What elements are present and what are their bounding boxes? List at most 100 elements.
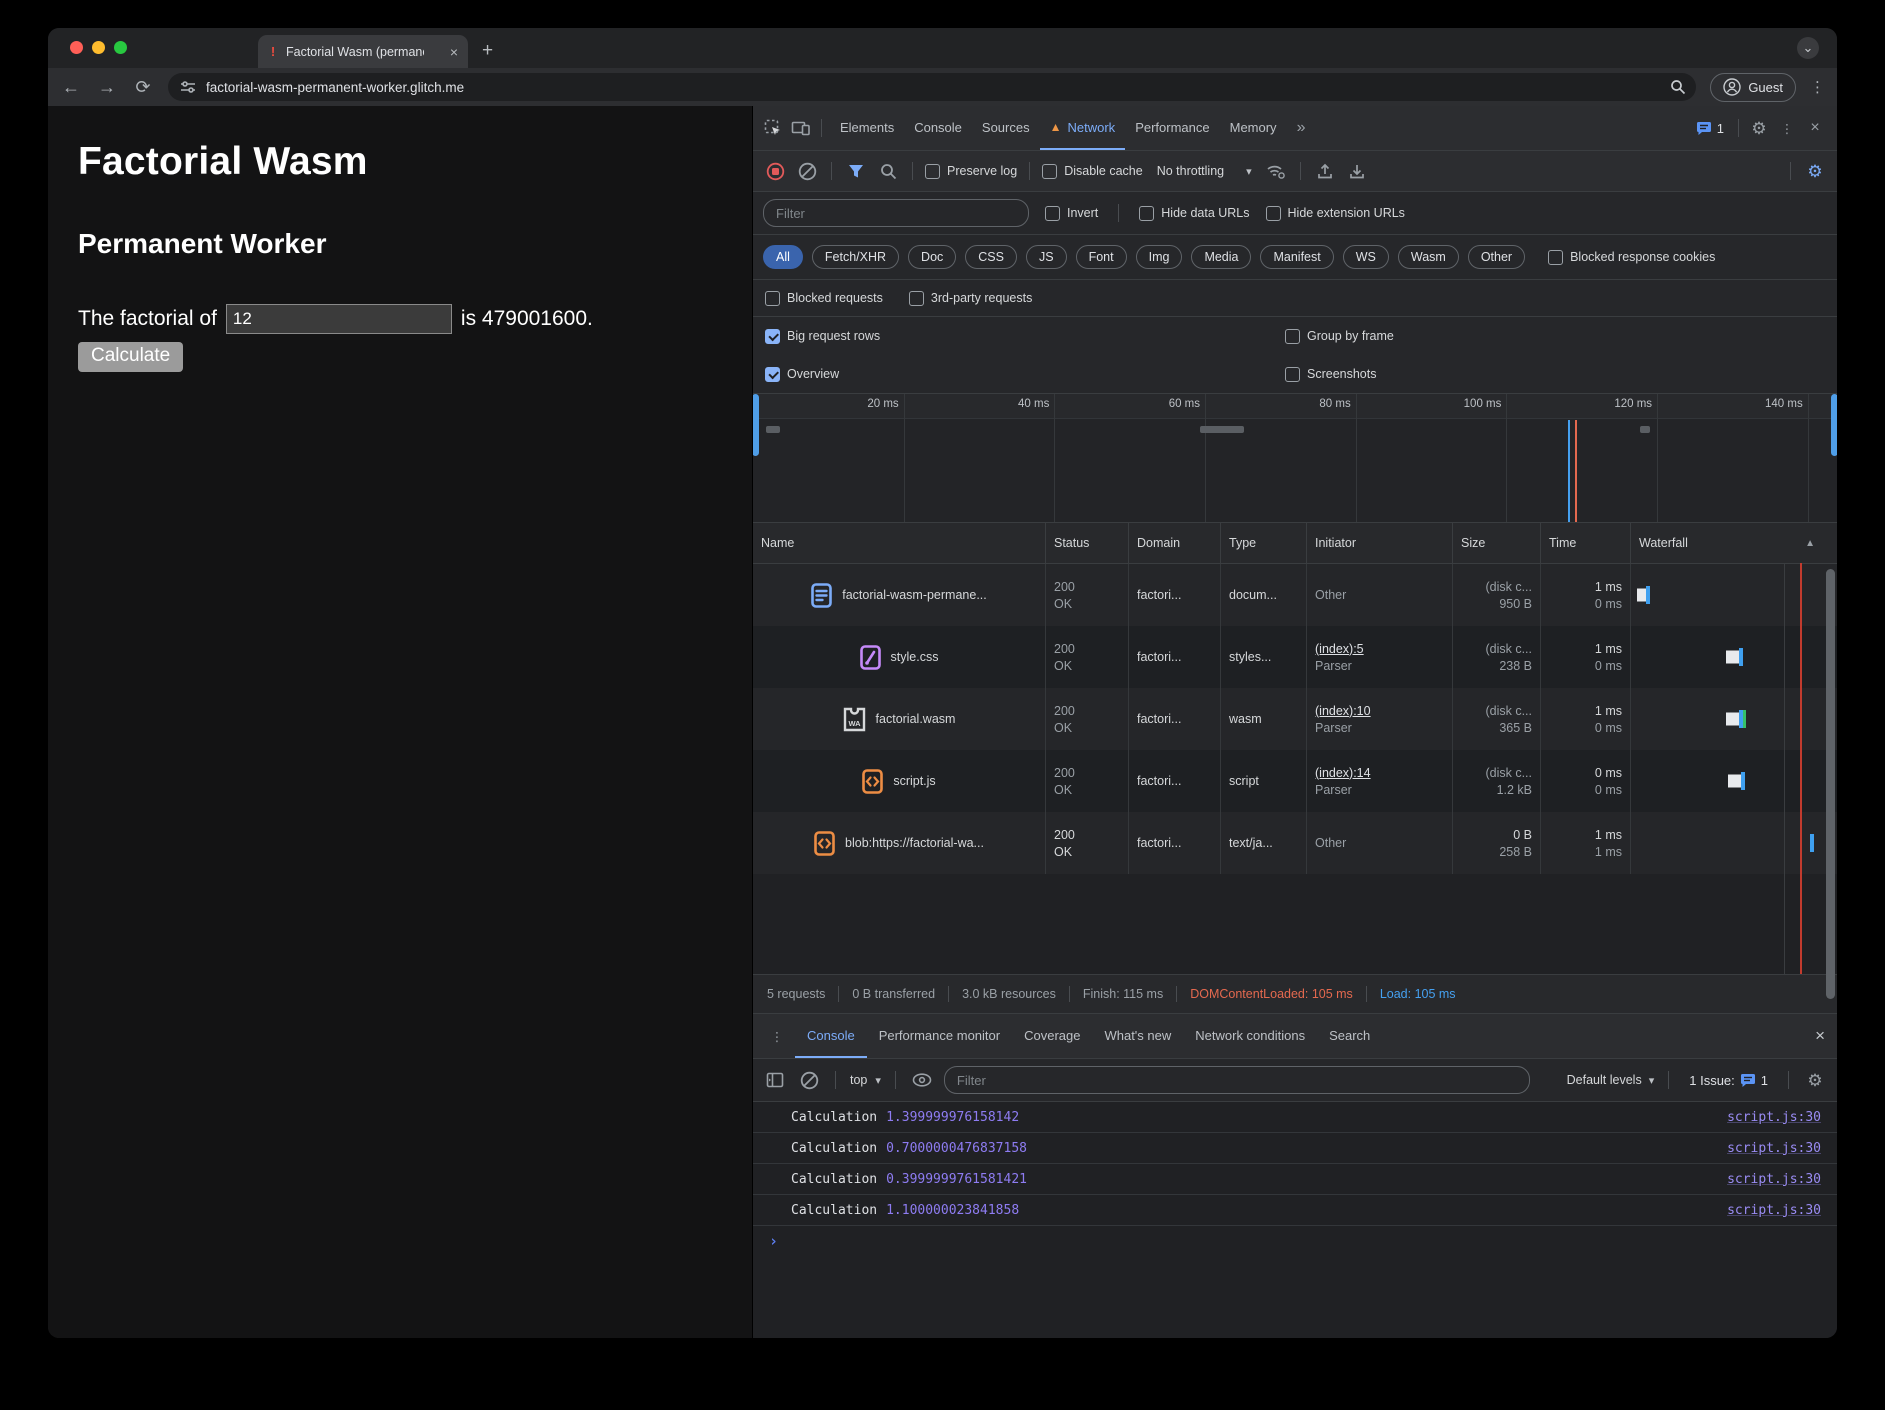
column-header-time[interactable]: Time	[1541, 523, 1631, 563]
column-header-type[interactable]: Type	[1221, 523, 1307, 563]
profile-chip[interactable]: Guest	[1710, 73, 1796, 102]
disable-cache-toggle[interactable]: Disable cache	[1042, 164, 1143, 179]
eye-icon[interactable]	[910, 1068, 934, 1092]
clear-network-icon[interactable]	[795, 159, 819, 183]
tab-elements[interactable]: Elements	[830, 106, 904, 150]
log-levels-dropdown[interactable]: Default levels ▾	[1567, 1073, 1655, 1087]
initiator-link[interactable]: (index):10	[1315, 704, 1444, 718]
reload-button[interactable]: ⟳	[132, 77, 154, 98]
overview-checkbox[interactable]	[765, 367, 780, 382]
hide-data-urls-checkbox[interactable]	[1139, 206, 1154, 221]
group-by-frame-toggle[interactable]: Group by frame	[1285, 329, 1394, 344]
minimize-window-button[interactable]	[92, 41, 105, 54]
big-request-rows-checkbox[interactable]	[765, 329, 780, 344]
hide-extension-urls-checkbox[interactable]	[1266, 206, 1281, 221]
tab-sources[interactable]: Sources	[972, 106, 1040, 150]
column-header-domain[interactable]: Domain	[1129, 523, 1221, 563]
tab-console[interactable]: Console	[904, 106, 972, 150]
device-toolbar-icon[interactable]	[789, 116, 813, 140]
filter-chip-fetch-xhr[interactable]: Fetch/XHR	[812, 245, 899, 269]
console-filter-input[interactable]	[944, 1066, 1530, 1094]
console-issues-counter[interactable]: 1 Issue: 1	[1683, 1073, 1774, 1088]
tab-network[interactable]: ▲Network	[1040, 106, 1126, 150]
more-tabs-button[interactable]: »	[1291, 119, 1312, 137]
request-row[interactable]: WAfactorial.wasm200OKfactori...wasm(inde…	[753, 688, 1837, 750]
message-source-link[interactable]: script.js:30	[1727, 1172, 1821, 1187]
request-row[interactable]: script.js200OKfactori...script(index):14…	[753, 750, 1837, 812]
timeline-right-handle[interactable]	[1831, 394, 1837, 456]
request-row[interactable]: factorial-wasm-permane...200OKfactori...…	[753, 564, 1837, 626]
invert-checkbox[interactable]	[1045, 206, 1060, 221]
forward-button[interactable]: →	[96, 77, 118, 98]
tab-close-icon[interactable]: ×	[450, 44, 458, 60]
filter-chip-ws[interactable]: WS	[1343, 245, 1389, 269]
drawer-tab-performance-monitor[interactable]: Performance monitor	[867, 1014, 1012, 1058]
filter-chip-img[interactable]: Img	[1136, 245, 1183, 269]
filter-chip-media[interactable]: Media	[1191, 245, 1251, 269]
new-tab-button[interactable]: +	[482, 40, 493, 62]
filter-funnel-icon[interactable]	[844, 159, 868, 183]
table-scrollbar-thumb[interactable]	[1826, 569, 1835, 999]
factorial-input[interactable]	[226, 304, 452, 334]
blocked-requests-toggle[interactable]: Blocked requests	[765, 291, 883, 306]
devtools-settings-icon[interactable]: ⚙	[1747, 116, 1771, 140]
devtools-close-icon[interactable]: ×	[1803, 116, 1827, 140]
sort-asc-icon[interactable]: ▲	[1805, 538, 1829, 549]
drawer-tab-search[interactable]: Search	[1317, 1014, 1382, 1058]
column-header-waterfall[interactable]: Waterfall▲	[1631, 523, 1837, 563]
group-by-frame-checkbox[interactable]	[1285, 329, 1300, 344]
export-har-icon[interactable]	[1345, 159, 1369, 183]
inspect-element-icon[interactable]	[761, 116, 785, 140]
hide-data-urls-toggle[interactable]: Hide data URLs	[1139, 206, 1249, 221]
initiator-link[interactable]: (index):14	[1315, 766, 1444, 780]
big-request-rows-toggle[interactable]: Big request rows	[765, 329, 880, 344]
filter-chip-all[interactable]: All	[763, 245, 803, 269]
network-search-icon[interactable]	[876, 159, 900, 183]
filter-chip-doc[interactable]: Doc	[908, 245, 956, 269]
message-source-link[interactable]: script.js:30	[1727, 1110, 1821, 1125]
import-har-icon[interactable]	[1313, 159, 1337, 183]
throttling-dropdown[interactable]: No throttling ▾	[1157, 164, 1252, 178]
address-bar[interactable]: factorial-wasm-permanent-worker.glitch.m…	[168, 73, 1696, 101]
column-header-initiator[interactable]: Initiator	[1307, 523, 1453, 563]
blocked-response-cookies-checkbox[interactable]	[1548, 250, 1563, 265]
console-sidebar-icon[interactable]	[763, 1068, 787, 1092]
filter-chip-font[interactable]: Font	[1076, 245, 1127, 269]
console-settings-icon[interactable]: ⚙	[1803, 1068, 1827, 1092]
filter-chip-css[interactable]: CSS	[965, 245, 1017, 269]
console-prompt[interactable]: ›	[753, 1226, 1837, 1256]
tab-search-button[interactable]: ⌄	[1797, 37, 1819, 59]
overview-toggle[interactable]: Overview	[765, 367, 839, 382]
screenshots-checkbox[interactable]	[1285, 367, 1300, 382]
zoom-window-button[interactable]	[114, 41, 127, 54]
blocked-response-cookies-toggle[interactable]: Blocked response cookies	[1548, 250, 1715, 265]
screenshots-toggle[interactable]: Screenshots	[1285, 367, 1376, 382]
filter-chip-js[interactable]: JS	[1026, 245, 1067, 269]
column-header-status[interactable]: Status	[1046, 523, 1129, 563]
drawer-menu-icon[interactable]: ⋮	[765, 1024, 789, 1048]
hide-extension-urls-toggle[interactable]: Hide extension URLs	[1266, 206, 1405, 221]
initiator-link[interactable]: (index):5	[1315, 642, 1444, 656]
timeline-left-handle[interactable]	[753, 394, 759, 456]
column-header-size[interactable]: Size	[1453, 523, 1541, 563]
drawer-tab-coverage[interactable]: Coverage	[1012, 1014, 1092, 1058]
drawer-close-icon[interactable]: ×	[1815, 1026, 1825, 1046]
blocked-requests-checkbox[interactable]	[765, 291, 780, 306]
site-settings-icon[interactable]	[180, 80, 196, 94]
tab-memory[interactable]: Memory	[1220, 106, 1287, 150]
network-conditions-icon[interactable]	[1264, 159, 1288, 183]
devtools-menu-icon[interactable]: ⋮	[1775, 116, 1799, 140]
drawer-tab-network-conditions[interactable]: Network conditions	[1183, 1014, 1317, 1058]
request-row[interactable]: blob:https://factorial-wa...200OKfactori…	[753, 812, 1837, 874]
column-header-name[interactable]: Name	[753, 523, 1046, 563]
network-overview-timeline[interactable]: 20 ms40 ms60 ms80 ms100 ms120 ms140 ms	[753, 394, 1837, 523]
message-source-link[interactable]: script.js:30	[1727, 1203, 1821, 1218]
drawer-tab-what-s-new[interactable]: What's new	[1092, 1014, 1183, 1058]
filter-chip-manifest[interactable]: Manifest	[1260, 245, 1333, 269]
drawer-tab-console[interactable]: Console	[795, 1014, 867, 1058]
record-icon[interactable]	[763, 159, 787, 183]
message-source-link[interactable]: script.js:30	[1727, 1141, 1821, 1156]
filter-chip-wasm[interactable]: Wasm	[1398, 245, 1459, 269]
zoom-search-icon[interactable]	[1670, 79, 1686, 95]
issues-counter[interactable]: 1	[1690, 121, 1730, 136]
